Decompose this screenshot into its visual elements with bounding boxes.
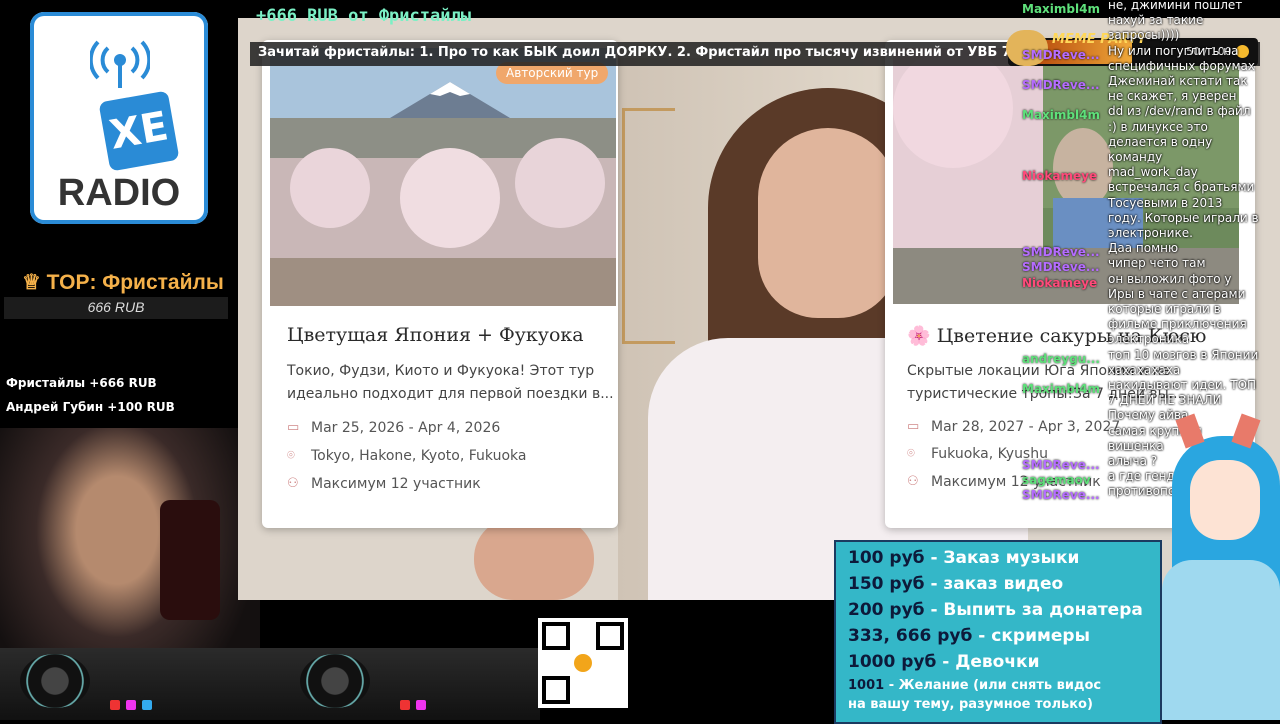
chat-nick: Maximbl4m (1022, 382, 1100, 396)
price-row-5: 1000 руб - Девочки (848, 652, 1040, 672)
chat-message: хахахахаха (1108, 363, 1181, 377)
antenna-icon (90, 40, 150, 88)
chat-message: mad_work_day (1108, 165, 1198, 179)
logo-radio: RADIO (57, 172, 181, 214)
card-1-desc-line-1: Токио, Фудзи, Киото и Фукуока! Этот тур (287, 363, 595, 379)
chat-message: он выложил фото у (1108, 272, 1232, 286)
pad (416, 700, 426, 710)
calendar-icon: ▭ (907, 419, 920, 434)
chat-message: запросы)))) (1108, 28, 1180, 42)
top-amount: 666 RUB (87, 299, 145, 315)
jog-wheel-right (300, 654, 370, 708)
chat-message: :) в линуксе это (1108, 120, 1208, 134)
qr-finder (542, 622, 570, 650)
donation-notice: +666 RUB от Фристайлы (256, 6, 471, 26)
chat-message: Иры в чате с атерами (1108, 287, 1246, 301)
pad (126, 700, 136, 710)
price-row-3: 200 руб - Выпить за донатера (848, 600, 1143, 620)
chat-nick: Niokameye (1022, 169, 1098, 183)
chat-nick: Maximbl4m (1022, 2, 1100, 16)
chat-message: году. Которые играли в (1108, 211, 1259, 225)
chat-message: Даа помню (1108, 241, 1179, 255)
chat-message: Ну или погуглить на (1108, 44, 1239, 58)
wooden-shelf (622, 108, 675, 344)
card-1-people: Максимум 12 участник (311, 476, 481, 492)
pad (142, 700, 152, 710)
card-1-places: Tokyo, Hakone, Kyoto, Fukuoka (311, 448, 527, 464)
calendar-icon: ▭ (287, 420, 300, 435)
chat-message: не, джимини пошлет (1108, 0, 1243, 12)
chat-message: нахуй за такие (1108, 13, 1204, 27)
chat-nick: Maximbl4m (1022, 108, 1100, 122)
chat-message: 7 ДНЕЙ НЕ ЗНАЛИ (1108, 393, 1222, 407)
price-row-6: 1001 - Желание (или снять видос (848, 678, 1102, 693)
chat-message: делается в одну (1108, 135, 1213, 149)
pin-icon: ⌾ (287, 448, 295, 463)
xe-radio-logo: XE RADIO (30, 12, 208, 224)
vtuber-face (1190, 460, 1260, 540)
chat-nick: sagemaov (1022, 473, 1091, 487)
chat-message: вишенка (1108, 439, 1164, 453)
chat-message: электронике. (1108, 226, 1193, 240)
card-1-desc-line-2: идеально подходит для первой поездки в..… (287, 386, 614, 402)
chat-nick: SMDReve... (1022, 48, 1100, 62)
chat-message: Тосуевыми в 2013 (1108, 196, 1223, 210)
qr-finder (596, 622, 624, 650)
card-1-dates: Mar 25, 2026 - Apr 4, 2026 (311, 420, 501, 436)
gaming-chair (160, 500, 220, 620)
chat-message: алыча ? (1108, 454, 1158, 468)
chat-message: не скажет, я уверен (1108, 89, 1237, 103)
tour-card-1[interactable]: Цветущая Япония + Фукуока Токио, Фудзи, … (262, 40, 618, 528)
chat-nick: SMDReve... (1022, 458, 1100, 472)
card-2-dates: Mar 28, 2027 - Apr 3, 2027 (931, 419, 1121, 435)
pin-icon: ⌾ (907, 446, 915, 461)
people-icon: ⚇ (907, 474, 919, 489)
chat-nick: SMDReve... (1022, 488, 1100, 502)
chat-message: dd из /dev/rand в файл (1108, 104, 1251, 118)
price-row-1: 100 руб - Заказ музыки (848, 548, 1080, 568)
chat-nick: Niokameye (1022, 276, 1098, 290)
ticker-text: Зачитай фристайлы: 1. Про то как БЫК дои… (258, 45, 1020, 60)
vtuber-dress (1162, 560, 1280, 720)
chat-message: команду (1108, 150, 1163, 164)
top-donator-title: ♕ TOP: Фристайлы (22, 271, 224, 294)
chat-message: электроника (1108, 332, 1190, 346)
chat-message: встречался с братьями (1108, 180, 1255, 194)
chat-message: противопо (1108, 484, 1176, 498)
jog-wheel-left (20, 654, 90, 708)
people-icon: ⚇ (287, 476, 299, 491)
price-row-4: 333, 666 руб - скримеры (848, 626, 1090, 646)
chat-nick: andreygu... (1022, 352, 1100, 366)
chat-message: накидывают идеи. ТОП (1108, 378, 1257, 392)
logo-xe: XE (98, 90, 180, 172)
chat-message: чипер чето там (1108, 256, 1206, 270)
chat-message: а где генде (1108, 469, 1183, 483)
qr-finder (542, 676, 570, 704)
price-row-7: на вашу тему, разумное только) (848, 697, 1093, 712)
chat-message: топ 10 мозгов в Японии (1108, 348, 1259, 362)
chat-nick: SMDReve... (1022, 245, 1100, 259)
donor-1: Фристайлы +666 RUB (6, 376, 157, 390)
presenter-face (758, 128, 898, 318)
donor-2: Андрей Губин +100 RUB (6, 400, 175, 414)
price-row-2: 150 руб - заказ видео (848, 574, 1064, 594)
chat-message: специфичных форумах (1108, 59, 1256, 73)
pad (110, 700, 120, 710)
card-1-title: Цветущая Япония + Фукуока (287, 324, 584, 346)
presenter-hand (474, 518, 594, 600)
chat-message: которые играли в (1108, 302, 1221, 316)
dj-controller (0, 648, 540, 720)
chat-nick: SMDReve... (1022, 78, 1100, 92)
donation-coin-icon (574, 654, 592, 672)
mount-fuji-photo (270, 48, 616, 306)
chat-message: Джеминай кстати так (1108, 74, 1248, 88)
pad (400, 700, 410, 710)
chat-message: фильме приключения (1108, 317, 1247, 331)
chat-nick: SMDReve... (1022, 260, 1100, 274)
